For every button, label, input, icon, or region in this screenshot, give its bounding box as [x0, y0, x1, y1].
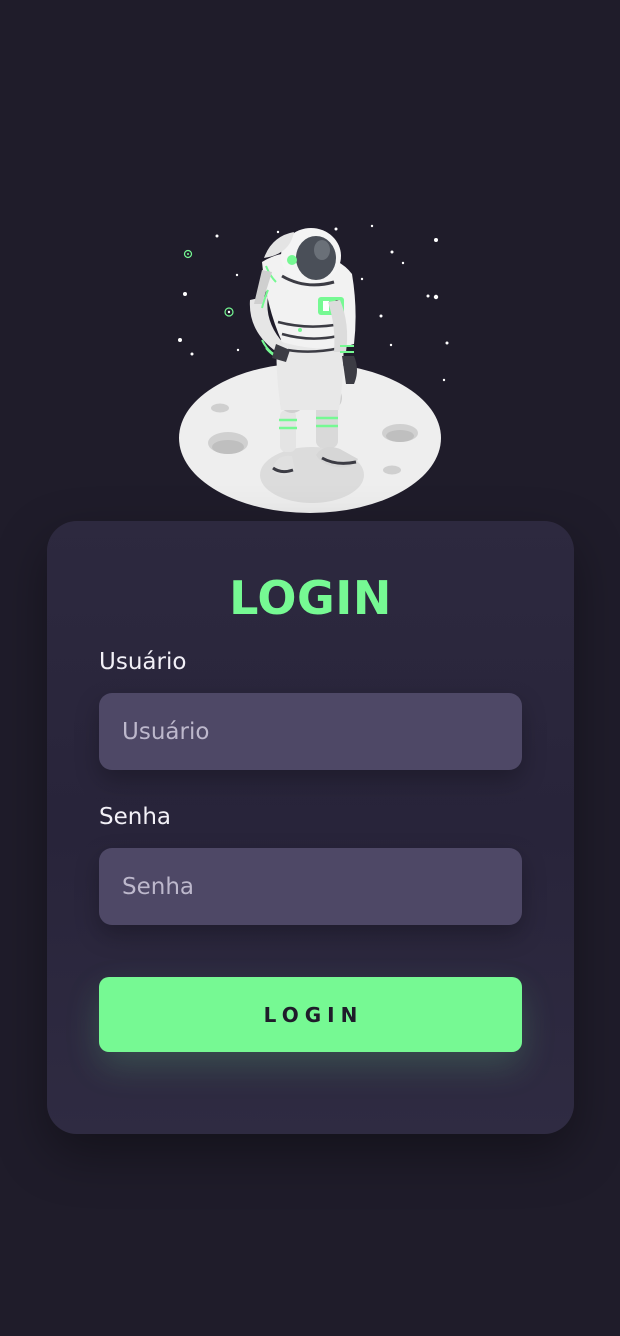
login-button-label: LOGIN — [263, 1002, 364, 1027]
login-title: LOGIN — [229, 571, 392, 625]
password-input[interactable]: Senha — [99, 848, 522, 925]
astronaut-on-moon-illustration — [178, 224, 449, 513]
username-input[interactable]: Usuário — [99, 693, 522, 770]
password-placeholder: Senha — [122, 873, 194, 900]
login-card: LOGIN Usuário Usuário Senha Senha LOGIN — [47, 521, 574, 1134]
username-label: Usuário — [99, 649, 187, 675]
password-label: Senha — [99, 804, 171, 830]
username-placeholder: Usuário — [122, 718, 210, 745]
login-button[interactable]: LOGIN — [99, 977, 522, 1052]
